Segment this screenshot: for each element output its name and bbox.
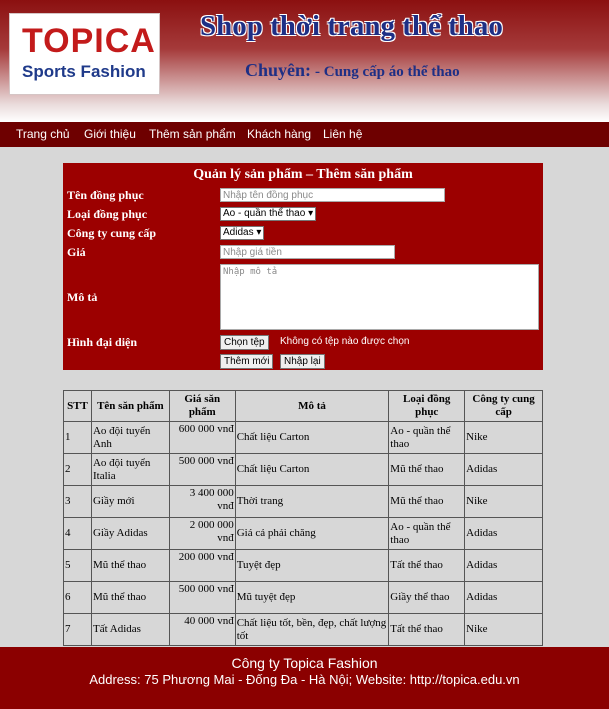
nav-item-add-product[interactable]: Thêm sản phẩm — [149, 127, 236, 141]
cell-description: Giá cả phải chăng — [234, 517, 390, 550]
table-row: 7 Tất Adidas 40 000 vnđ Chất liệu tốt, b… — [63, 613, 543, 646]
footer-company: Công ty Topica Fashion — [231, 655, 378, 671]
cell-stt: 7 — [63, 613, 92, 646]
header-supplier: Công ty cung cấp — [464, 390, 543, 422]
cell-supplier: Nike — [464, 485, 543, 518]
cell-product-name: Mũ thể thao — [90, 549, 170, 582]
image-label: Hình đại diện — [67, 335, 138, 349]
cell-supplier: Nike — [464, 613, 543, 646]
table-row: 5 Mũ thể thao 200 000 vnđ Tuyệt đẹp Tất … — [63, 549, 543, 582]
cell-description: Chất liệu Carton — [234, 453, 390, 486]
reset-button[interactable]: Nhập lại — [280, 354, 325, 369]
cell-price: 2 000 000 vnđ — [168, 517, 236, 550]
specialty-label: Chuyên: — [245, 60, 312, 80]
logo-tagline: Sports Fashion — [22, 62, 146, 81]
table-row: 4 Giầy Adidas 2 000 000 vnđ Giá cả phải … — [63, 517, 543, 550]
products-table: STT Tên săn phẩm Giá săn phẩm Mô tả Loại… — [63, 390, 543, 646]
cell-supplier: Nike — [464, 421, 543, 454]
cell-type: Mũ thể thao — [388, 453, 466, 486]
cell-price: 500 000 vnđ — [168, 581, 236, 614]
cell-type: Tất thể thao — [388, 549, 466, 582]
name-input[interactable] — [220, 188, 445, 202]
cell-type: Tất thể thao — [388, 613, 466, 646]
cell-price: 200 000 vnđ — [168, 549, 236, 582]
price-input[interactable] — [220, 245, 395, 259]
add-new-button[interactable]: Thêm mới — [220, 354, 274, 369]
name-label: Tên đồng phục — [67, 188, 144, 202]
header-stt: STT — [63, 390, 92, 422]
description-textarea[interactable] — [220, 264, 539, 330]
cell-stt: 3 — [63, 485, 92, 518]
cell-product-name: Ao đội tuyển Italia — [90, 453, 170, 486]
cell-product-name: Tất Adidas — [90, 613, 170, 646]
header-type: Loại đồng phục — [388, 390, 466, 422]
cell-type: Ao - quần thể thao — [388, 421, 466, 454]
logo-wordmark: TOPICA — [22, 22, 156, 60]
cell-stt: 4 — [63, 517, 92, 550]
cell-product-name: Giầy mới — [90, 485, 170, 518]
page-footer: Công ty Topica Fashion Address: 75 Phươn… — [0, 647, 609, 709]
cell-price: 3 400 000 vnđ — [168, 485, 236, 518]
type-select[interactable]: Ao - quần thể thao ▾ — [220, 207, 317, 221]
nav-item-customers[interactable]: Khách hàng — [247, 127, 311, 141]
nav-item-contact[interactable]: Liên hệ — [323, 127, 362, 141]
file-status: Không có tệp nào được chọn — [280, 336, 410, 347]
cell-supplier: Adidas — [464, 453, 543, 486]
cell-description: Thời trang — [234, 485, 390, 518]
header-price: Giá săn phẩm — [168, 390, 236, 422]
choose-file-button[interactable]: Chọn tệp — [220, 335, 269, 350]
cell-stt: 6 — [63, 581, 92, 614]
footer-address: Address: 75 Phương Mai - Đống Đa - Hà Nộ… — [89, 672, 520, 687]
header-description: Mô tả — [234, 390, 390, 422]
cell-product-name: Giầy Adidas — [90, 517, 170, 550]
nav-item-about[interactable]: Giới thiệu — [84, 127, 136, 141]
cell-product-name: Ao đội tuyển Anh — [90, 421, 170, 454]
cell-product-name: Mũ thể thao — [90, 581, 170, 614]
cell-stt: 5 — [63, 549, 92, 582]
cell-description: Chất liệu Carton — [234, 421, 390, 454]
cell-type: Mũ thể thao — [388, 485, 466, 518]
supplier-select[interactable]: Adidas ▾ — [220, 226, 265, 240]
specialty-value: - Cung cấp áo thể thao — [315, 64, 460, 80]
form-title: Quản lý sản phẩm – Thêm săn phẩm — [193, 167, 413, 182]
topica-logo: TOPICA Sports Fashion — [9, 13, 160, 95]
cell-price: 500 000 vnđ — [168, 453, 236, 486]
shop-title: Shop thời trang thể thao — [200, 10, 503, 42]
description-label: Mô tả — [67, 290, 98, 304]
main-nav: Trang chủ Giới thiệu Thêm sản phẩm Khách… — [0, 122, 609, 147]
cell-stt: 2 — [63, 453, 92, 486]
page-header: TOPICA Sports Fashion Shop thời trang th… — [0, 0, 609, 122]
table-row: 2 Ao đội tuyển Italia 500 000 vnđ Chất l… — [63, 453, 543, 486]
cell-supplier: Adidas — [464, 581, 543, 614]
cell-type: Ao - quần thể thao — [388, 517, 466, 550]
supplier-label: Công ty cung cấp — [67, 226, 157, 240]
cell-stt: 1 — [63, 421, 92, 454]
cell-price: 600 000 vnđ — [168, 421, 236, 454]
cell-price: 40 000 vnđ — [168, 613, 236, 646]
cell-supplier: Adidas — [464, 517, 543, 550]
cell-type: Giầy thể thao — [388, 581, 466, 614]
cell-description: Mũ tuyệt đẹp — [234, 581, 390, 614]
cell-supplier: Adidas — [464, 549, 543, 582]
cell-description: Chất liệu tốt, bền, đẹp, chất lượng tốt — [234, 613, 390, 646]
table-row: 1 Ao đội tuyển Anh 600 000 vnđ Chất liệu… — [63, 421, 543, 454]
specialty-line: Chuyên: - Cung cấp áo thể thao — [245, 60, 460, 81]
price-label: Giá — [67, 245, 86, 259]
header-product-name: Tên săn phẩm — [90, 390, 170, 422]
add-product-form: Quản lý sản phẩm – Thêm săn phẩm Tên đồn… — [63, 163, 543, 370]
type-label: Loại đồng phục — [67, 207, 148, 221]
cell-description: Tuyệt đẹp — [234, 549, 390, 582]
table-header-row: STT Tên săn phẩm Giá săn phẩm Mô tả Loại… — [63, 390, 543, 422]
table-row: 6 Mũ thể thao 500 000 vnđ Mũ tuyệt đẹp G… — [63, 581, 543, 614]
nav-item-home[interactable]: Trang chủ — [16, 127, 70, 141]
table-row: 3 Giầy mới 3 400 000 vnđ Thời trang Mũ t… — [63, 485, 543, 518]
